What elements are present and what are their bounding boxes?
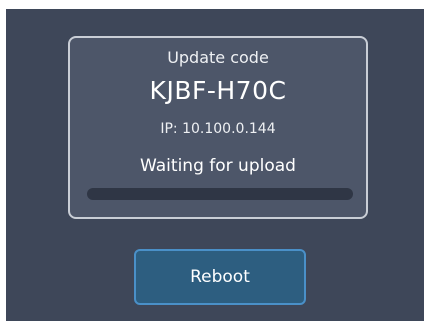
upload-status: Waiting for upload bbox=[140, 156, 296, 176]
upload-progress-bar bbox=[87, 188, 353, 200]
update-card: Update code KJBF-H70C IP: 10.100.0.144 W… bbox=[68, 36, 368, 219]
update-code-value: KJBF-H70C bbox=[149, 76, 287, 105]
update-code-title: Update code bbox=[167, 48, 269, 67]
reboot-button[interactable]: Reboot bbox=[134, 249, 306, 305]
device-screen: Update code KJBF-H70C IP: 10.100.0.144 W… bbox=[6, 9, 424, 321]
ip-address: IP: 10.100.0.144 bbox=[160, 121, 276, 137]
